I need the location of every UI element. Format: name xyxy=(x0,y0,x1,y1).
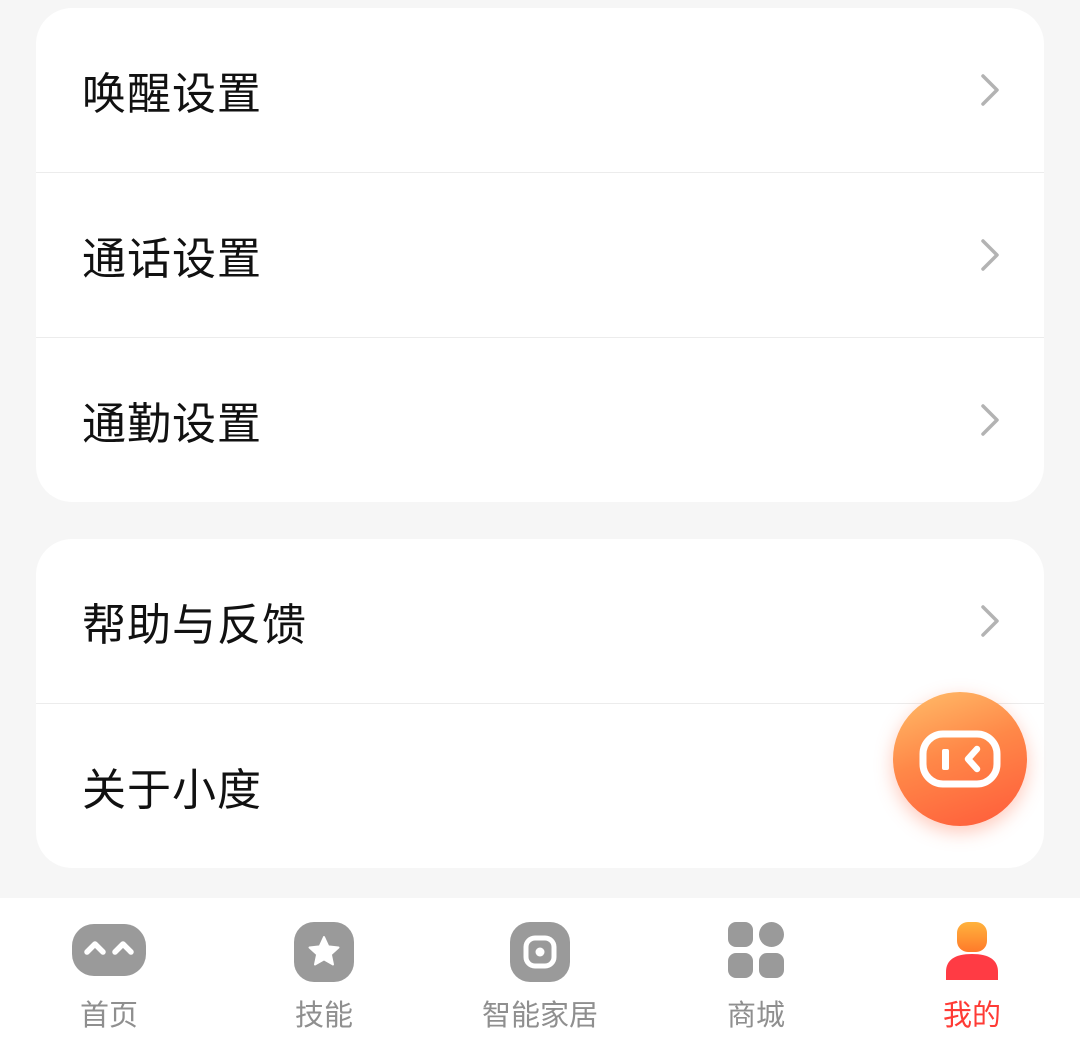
tab-home-label: 首页 xyxy=(79,998,138,1032)
smart-home-icon xyxy=(510,922,570,982)
wake-settings-label: 唤醒设置 xyxy=(82,69,262,120)
home-face-icon xyxy=(72,924,146,976)
call-settings-label: 通话设置 xyxy=(82,234,262,285)
tab-shop-label: 商城 xyxy=(726,998,785,1032)
call-settings-item[interactable]: 通话设置 xyxy=(36,173,1044,337)
xiaodu-assistant-button[interactable] xyxy=(893,692,1027,826)
grid-icon xyxy=(728,922,784,978)
commute-settings-label: 通勤设置 xyxy=(82,399,262,450)
about-xiaodu-label: 关于小度 xyxy=(82,765,262,816)
chevron-right-icon xyxy=(981,239,999,271)
tab-home[interactable]: 首页 xyxy=(1,898,217,1045)
commute-settings-item[interactable]: 通勤设置 xyxy=(36,338,1044,502)
settings-card: 唤醒设置 通话设置 通勤设置 xyxy=(36,8,1044,502)
about-card: 帮助与反馈 关于小度 xyxy=(36,539,1044,868)
tab-smart-home-label: 智能家居 xyxy=(481,998,598,1032)
help-feedback-item[interactable]: 帮助与反馈 xyxy=(36,539,1044,703)
wake-settings-item[interactable]: 唤醒设置 xyxy=(36,8,1044,172)
about-xiaodu-item[interactable]: 关于小度 xyxy=(36,704,1044,868)
tab-skills[interactable]: 技能 xyxy=(216,898,432,1045)
tab-skills-label: 技能 xyxy=(294,998,353,1032)
bottom-tab-bar: 首页 技能 智能家居 商城 我的 xyxy=(0,898,1080,1045)
tab-profile-label: 我的 xyxy=(942,998,1001,1032)
profile-icon xyxy=(946,922,998,980)
help-feedback-label: 帮助与反馈 xyxy=(82,600,307,651)
tab-profile[interactable]: 我的 xyxy=(864,898,1080,1045)
chevron-right-icon xyxy=(981,404,999,436)
chevron-right-icon xyxy=(981,605,999,637)
tab-shop[interactable]: 商城 xyxy=(648,898,864,1045)
chevron-right-icon xyxy=(981,74,999,106)
tab-smart-home[interactable]: 智能家居 xyxy=(432,898,648,1045)
star-icon xyxy=(294,922,354,982)
xiaodu-assistant-icon xyxy=(919,730,1001,788)
